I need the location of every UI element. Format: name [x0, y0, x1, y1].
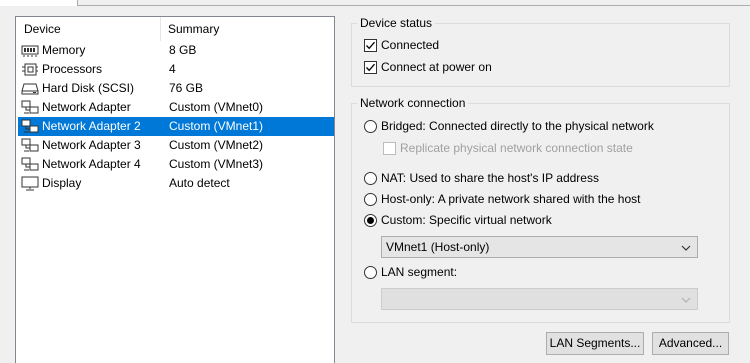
replicate-state-label: Replicate physical network connection st…	[400, 141, 633, 155]
bridged-label: Bridged: Connected directly to the physi…	[381, 119, 654, 133]
display-icon	[21, 176, 39, 191]
device-name: Network Adapter 3	[42, 138, 141, 152]
custom-label: Custom: Specific virtual network	[381, 213, 552, 227]
device-row-network-adapter-4[interactable]: Network Adapter 4 Custom (VMnet3)	[18, 155, 334, 174]
radio-icon[interactable]	[364, 265, 377, 279]
bridged-radio[interactable]: Bridged: Connected directly to the physi…	[364, 119, 654, 133]
device-name: Memory	[42, 43, 86, 57]
device-row-network-adapter-3[interactable]: Network Adapter 3 Custom (VMnet2)	[18, 136, 334, 155]
device-name: Network Adapter 4	[42, 157, 141, 171]
device-summary: Custom (VMnet2)	[169, 138, 264, 152]
tab-divider	[78, 5, 750, 6]
chevron-down-icon[interactable]	[680, 240, 692, 252]
device-list[interactable]: Device Summary Memory 8 GB Processors 4 …	[15, 16, 335, 363]
device-summary: Custom (VMnet1)	[169, 119, 264, 133]
device-row-network-adapter[interactable]: Network Adapter Custom (VMnet0)	[18, 98, 334, 117]
checkbox-icon[interactable]	[383, 141, 396, 155]
connected-label: Connected	[381, 38, 440, 52]
device-summary: Custom (VMnet3)	[169, 157, 264, 171]
device-name: Network Adapter	[42, 100, 131, 114]
device-row-memory[interactable]: Memory 8 GB	[18, 41, 334, 60]
processor-icon	[21, 62, 39, 77]
column-header-summary[interactable]: Summary	[161, 17, 331, 41]
checkmark-icon[interactable]	[364, 60, 377, 74]
device-name: Processors	[42, 62, 103, 76]
chevron-down-icon[interactable]	[680, 292, 692, 304]
custom-radio[interactable]: Custom: Specific virtual network	[364, 213, 552, 227]
host-only-radio[interactable]: Host-only: A private network shared with…	[364, 192, 640, 206]
tab-strip	[0, 0, 750, 6]
device-row-hard-disk[interactable]: Hard Disk (SCSI) 76 GB	[18, 79, 334, 98]
lan-segment-select[interactable]	[381, 288, 698, 310]
lan-segment-label: LAN segment:	[381, 265, 458, 279]
connect-at-power-on-checkbox[interactable]: Connect at power on	[364, 60, 492, 74]
column-header-device[interactable]: Device	[16, 17, 161, 41]
device-summary: Custom (VMnet0)	[169, 100, 264, 114]
radio-icon[interactable]	[364, 171, 377, 185]
custom-network-value: VMnet1 (Host-only)	[386, 240, 490, 254]
device-row-display[interactable]: Display Auto detect	[18, 174, 334, 193]
connected-checkbox[interactable]: Connected	[364, 38, 439, 52]
tab-hardware[interactable]	[0, 0, 78, 6]
nat-radio[interactable]: NAT: Used to share the host's IP address	[364, 171, 599, 185]
device-summary: 76 GB	[169, 81, 204, 95]
network-connection-group: Network connection Bridged: Connected di…	[351, 96, 730, 323]
hard-disk-icon	[21, 81, 39, 96]
checkmark-icon[interactable]	[364, 38, 377, 52]
lan-segments-button[interactable]: LAN Segments...	[546, 332, 644, 355]
radio-icon[interactable]	[364, 192, 377, 206]
advanced-button[interactable]: Advanced...	[652, 332, 729, 355]
radio-icon[interactable]	[364, 119, 377, 133]
lan-segment-radio[interactable]: LAN segment:	[364, 265, 457, 279]
host-only-label: Host-only: A private network shared with…	[381, 192, 641, 206]
device-summary: 8 GB	[169, 43, 197, 57]
network-adapter-icon	[21, 100, 39, 115]
device-status-title: Device status	[357, 16, 436, 30]
custom-network-select[interactable]: VMnet1 (Host-only)	[381, 236, 698, 258]
memory-icon	[21, 43, 39, 58]
network-adapter-icon	[21, 119, 39, 134]
device-summary: Auto detect	[169, 176, 230, 190]
replicate-state-checkbox[interactable]: Replicate physical network connection st…	[383, 141, 633, 155]
network-adapter-icon	[21, 157, 39, 172]
device-name: Display	[42, 176, 82, 190]
device-status-group: Device status Connected Connect at power…	[351, 16, 730, 87]
nat-label: NAT: Used to share the host's IP address	[381, 171, 599, 185]
radio-selected-icon[interactable]	[364, 213, 377, 227]
device-row-network-adapter-2[interactable]: Network Adapter 2 Custom (VMnet1)	[18, 117, 334, 136]
network-connection-title: Network connection	[357, 96, 469, 110]
device-name: Hard Disk (SCSI)	[42, 81, 135, 95]
device-summary: 4	[169, 62, 176, 76]
device-row-processors[interactable]: Processors 4	[18, 60, 334, 79]
network-adapter-icon	[21, 138, 39, 153]
device-name: Network Adapter 2	[42, 119, 141, 133]
connect-at-power-on-label: Connect at power on	[381, 60, 492, 74]
